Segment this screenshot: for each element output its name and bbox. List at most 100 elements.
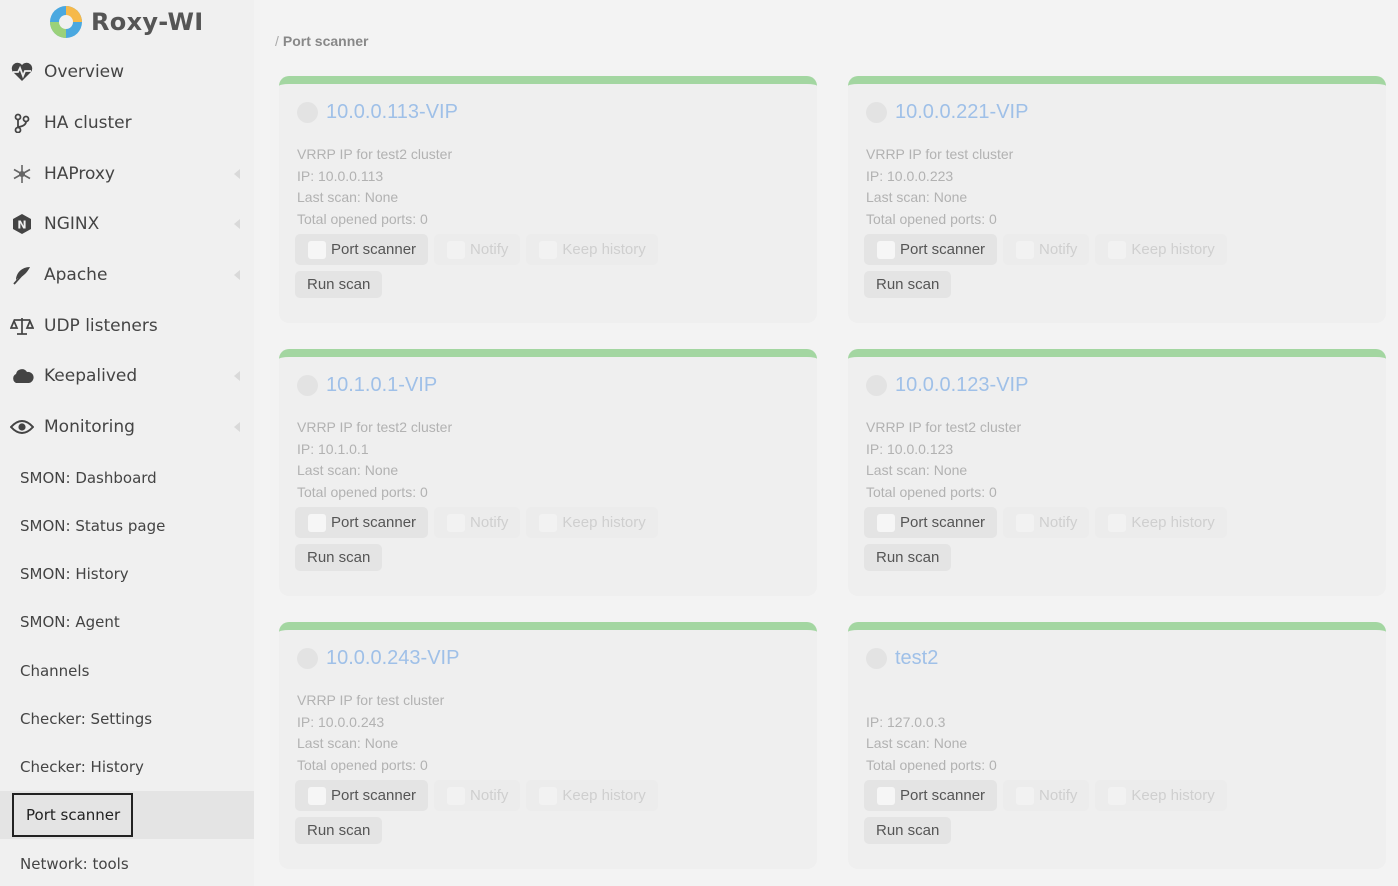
total-opened-ports: Total opened ports: 0 <box>866 483 997 500</box>
checkbox-icon[interactable] <box>1016 786 1035 805</box>
sidebar-item-keepalived[interactable]: Keepalived <box>0 356 254 396</box>
checkbox-icon[interactable] <box>308 786 326 805</box>
sidebar-subitem-label: Checker: Settings <box>20 710 153 728</box>
status-dot-icon <box>297 648 318 669</box>
sidebar-item-apache[interactable]: Apache <box>0 255 254 295</box>
keep-history-checkbox[interactable]: Keep history <box>526 507 658 538</box>
keep-history-checkbox[interactable]: Keep history <box>526 780 658 811</box>
checkbox-icon[interactable] <box>1108 240 1127 259</box>
sidebar-item-overview[interactable]: Overview <box>0 52 254 92</box>
checkbox-icon[interactable] <box>539 786 558 805</box>
sidebar-item-label: UDP listeners <box>44 316 158 336</box>
keep-history-label: Keep history <box>1131 787 1215 804</box>
svg-text:N: N <box>17 219 26 232</box>
sidebar-subitem-port-scanner[interactable]: Port scanner <box>0 791 254 839</box>
port-scanner-label: Port scanner <box>900 787 986 804</box>
breadcrumb-separator: / <box>275 33 279 49</box>
app-logo[interactable]: Roxy-WI <box>48 3 203 41</box>
run-scan-button[interactable]: Run scan <box>295 817 383 844</box>
server-title-link[interactable]: 10.0.0.243-VIP <box>297 647 459 670</box>
sidebar-item-label: HA cluster <box>44 113 132 133</box>
checkbox-icon[interactable] <box>447 786 466 805</box>
run-scan-button[interactable]: Run scan <box>295 544 383 571</box>
port-scanner-label: Port scanner <box>900 241 986 258</box>
chevron-left-icon <box>234 270 240 280</box>
server-title-link[interactable]: 10.0.0.221-VIP <box>866 101 1028 124</box>
checkbox-icon[interactable] <box>1108 513 1127 532</box>
port-scanner-checkbox[interactable]: Port scanner <box>864 234 998 265</box>
keep-history-checkbox[interactable]: Keep history <box>526 234 658 265</box>
app-name: Roxy-WI <box>91 8 204 36</box>
checkbox-icon[interactable] <box>539 240 558 259</box>
keep-history-checkbox[interactable]: Keep history <box>1095 507 1227 538</box>
port-scanner-checkbox[interactable]: Port scanner <box>864 507 998 538</box>
server-info: VRRP IP for test2 cluster IP: 10.0.0.123 L… <box>866 417 1021 503</box>
keep-history-checkbox[interactable]: Keep history <box>1095 234 1227 265</box>
sidebar-item-udp-listeners[interactable]: UDP listeners <box>0 306 254 346</box>
checkbox-icon[interactable] <box>447 240 466 259</box>
server-description: VRRP IP for test2 cluster <box>297 419 453 435</box>
port-scanner-checkbox[interactable]: Port scanner <box>295 234 429 265</box>
run-scan-button[interactable]: Run scan <box>295 271 383 298</box>
last-scan: Last scan: None <box>297 189 399 205</box>
checkbox-icon[interactable] <box>1016 513 1035 532</box>
notify-checkbox[interactable]: Notify <box>1003 234 1090 265</box>
notify-checkbox[interactable]: Notify <box>1003 780 1090 811</box>
sidebar-item-haproxy[interactable]: HAProxy <box>0 154 254 194</box>
server-title[interactable]: 10.1.0.1-VIP <box>326 374 437 397</box>
checkbox-icon[interactable] <box>308 513 326 532</box>
sidebar-item-label: HAProxy <box>44 164 115 184</box>
last-scan: Last scan: None <box>866 735 968 751</box>
run-scan-button[interactable]: Run scan <box>864 817 952 844</box>
server-title[interactable]: 10.0.0.221-VIP <box>895 101 1028 124</box>
server-title[interactable]: 10.0.0.113-VIP <box>326 101 458 124</box>
keep-history-checkbox[interactable]: Keep history <box>1095 780 1227 811</box>
status-dot-icon <box>866 375 887 396</box>
checkbox-icon[interactable] <box>1016 240 1035 259</box>
scanner-controls: Port scanner Notify Keep history <box>864 234 1227 265</box>
sidebar-item-monitoring[interactable]: Monitoring <box>0 407 254 447</box>
port-scanner-checkbox[interactable]: Port scanner <box>295 507 429 538</box>
server-title-link[interactable]: 10.0.0.123-VIP <box>866 374 1028 397</box>
sidebar-subitem-label: Network: tools <box>20 855 129 873</box>
sidebar-subitem-network-tools[interactable]: Network: tools <box>0 844 254 884</box>
port-scanner-checkbox[interactable]: Port scanner <box>295 780 429 811</box>
notify-checkbox[interactable]: Notify <box>434 234 521 265</box>
sidebar-item-label: Monitoring <box>44 417 135 437</box>
checkbox-icon[interactable] <box>308 240 326 259</box>
sidebar-subitem-checker-history[interactable]: Checker: History <box>0 747 254 787</box>
notify-checkbox[interactable]: Notify <box>434 780 521 811</box>
run-scan-button[interactable]: Run scan <box>864 271 952 298</box>
sidebar-item-label: Keepalived <box>44 366 138 386</box>
sidebar-subitem-smon-status-page[interactable]: SMON: Status page <box>0 506 254 546</box>
server-info: VRRP IP for test2 cluster IP: 10.0.0.113 L… <box>297 144 452 230</box>
nginx-icon: N <box>10 212 34 236</box>
server-title-link[interactable]: 10.0.0.113-VIP <box>297 101 458 124</box>
sidebar-subitem-smon-history[interactable]: SMON: History <box>0 554 254 594</box>
sidebar-subitem-smon-dashboard[interactable]: SMON: Dashboard <box>0 458 254 498</box>
sidebar-subitem-channels[interactable]: Channels <box>0 651 254 691</box>
sidebar-subitem-smon-agent[interactable]: SMON: Agent <box>0 602 254 642</box>
server-title[interactable]: 10.0.0.123-VIP <box>895 374 1028 397</box>
sidebar-item-ha-cluster[interactable]: HA cluster <box>0 103 254 143</box>
notify-checkbox[interactable]: Notify <box>1003 507 1090 538</box>
notify-checkbox[interactable]: Notify <box>434 507 521 538</box>
server-title-link[interactable]: test2 <box>866 647 938 670</box>
balance-scale-icon <box>10 314 34 338</box>
server-description: VRRP IP for test2 cluster <box>297 146 453 162</box>
sidebar-subitem-label: Checker: History <box>20 758 144 776</box>
server-title[interactable]: test2 <box>895 647 938 670</box>
checkbox-icon[interactable] <box>539 513 558 532</box>
checkbox-icon[interactable] <box>877 240 895 259</box>
checkbox-icon[interactable] <box>877 786 895 805</box>
run-scan-button[interactable]: Run scan <box>864 544 952 571</box>
scanner-controls: Port scanner Notify Keep history <box>295 234 658 265</box>
sidebar-subitem-checker-settings[interactable]: Checker: Settings <box>0 699 254 739</box>
checkbox-icon[interactable] <box>447 513 466 532</box>
port-scanner-checkbox[interactable]: Port scanner <box>864 780 998 811</box>
server-title[interactable]: 10.0.0.243-VIP <box>326 647 459 670</box>
checkbox-icon[interactable] <box>877 513 895 532</box>
sidebar-item-nginx[interactable]: N NGINX <box>0 204 254 244</box>
checkbox-icon[interactable] <box>1108 786 1127 805</box>
server-title-link[interactable]: 10.1.0.1-VIP <box>297 374 437 397</box>
